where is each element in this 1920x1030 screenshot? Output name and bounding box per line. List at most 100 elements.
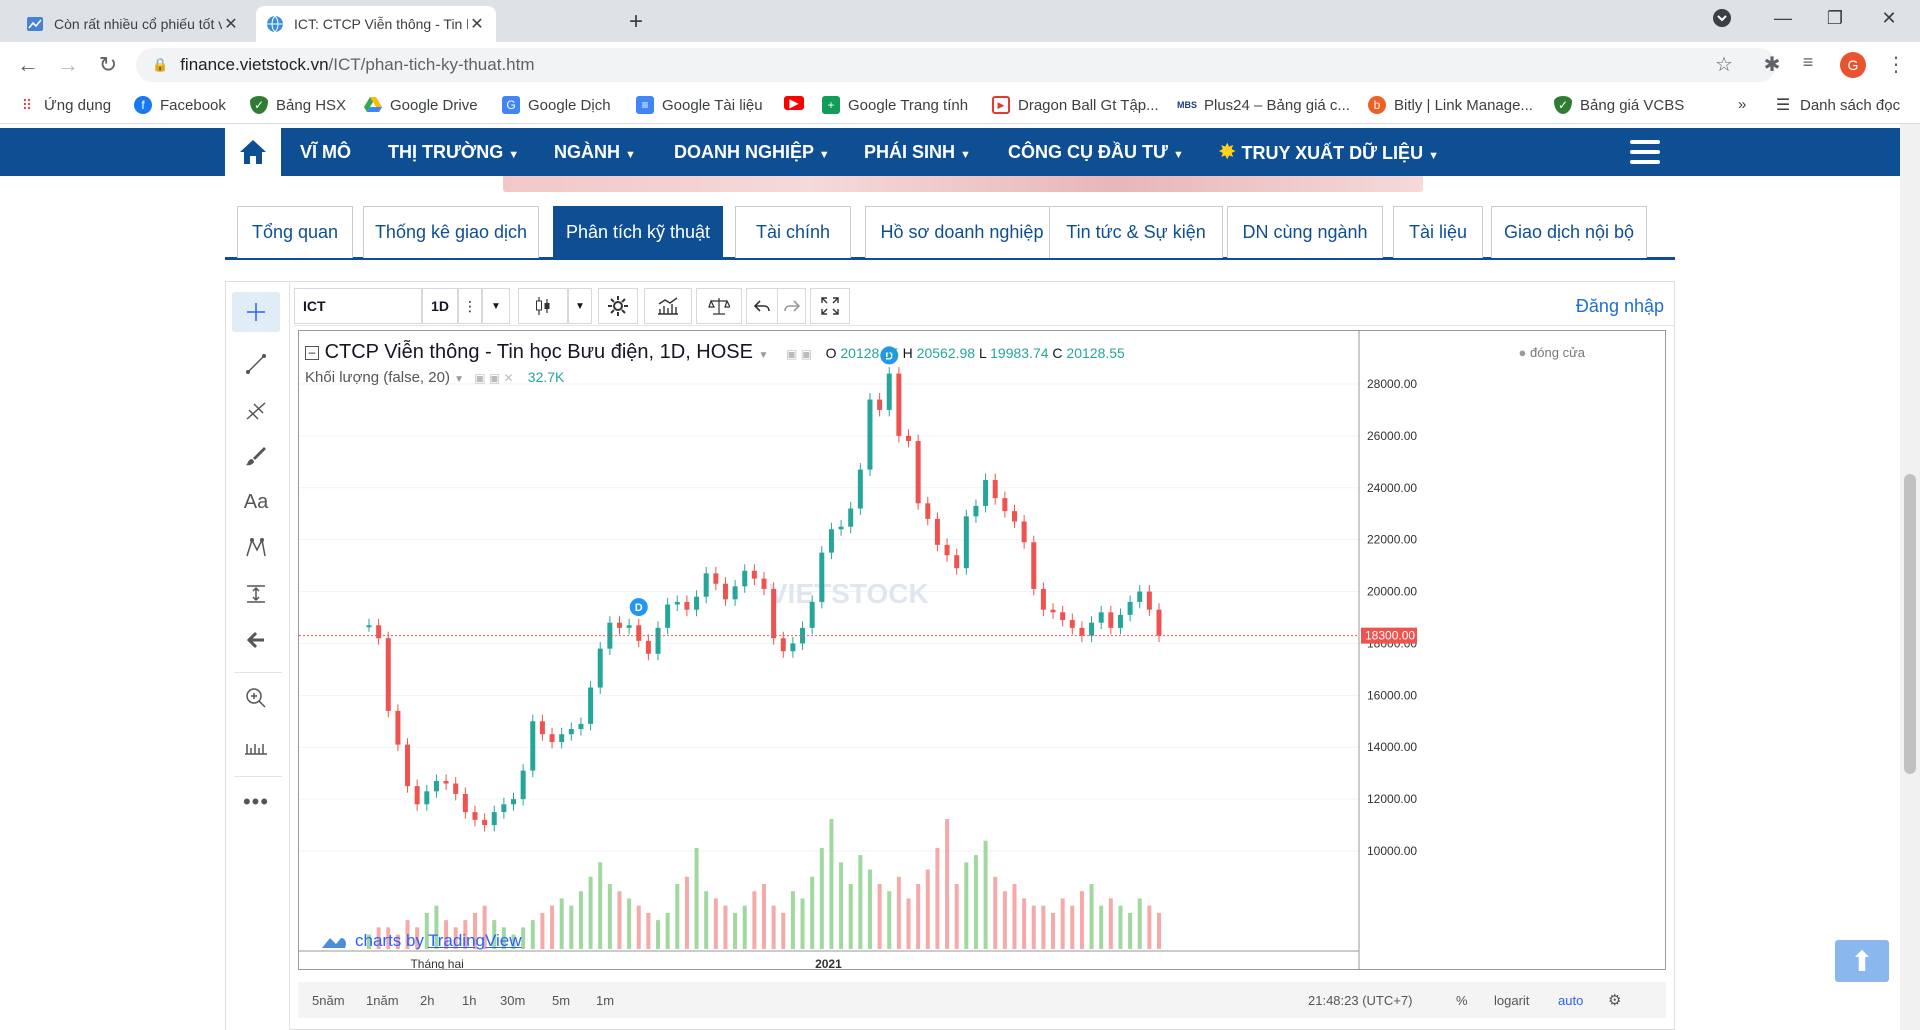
market-closed-status: ● đóng cửa <box>1518 345 1585 360</box>
home-button[interactable] <box>225 128 281 176</box>
tab-tong-quan[interactable]: Tổng quan <box>237 206 353 258</box>
interval-kebab-icon[interactable]: ⋮ <box>458 288 482 324</box>
interval-button[interactable]: 1D <box>422 288 458 324</box>
reload-icon[interactable]: ↻ <box>94 52 122 78</box>
page-scrollbar[interactable] <box>1900 124 1920 1030</box>
bookmark-google-trang-tinh[interactable]: + Google Trang tính <box>822 96 968 114</box>
pitchfork-icon[interactable] <box>232 390 280 430</box>
collapse-legend-icon[interactable]: – <box>305 345 319 360</box>
crosshair-icon[interactable] <box>232 292 280 332</box>
clock-time[interactable]: 21:48:23 (UTC+7) <box>1308 993 1412 1008</box>
range-2h[interactable]: 2h <box>420 993 434 1008</box>
interval-dropdown-icon[interactable]: ▼ <box>482 288 510 324</box>
volume-bar <box>839 862 844 949</box>
maximize-icon[interactable]: ❐ <box>1820 8 1850 29</box>
volume-settings-icon[interactable]: ▣ ▣ ✕ <box>474 371 513 385</box>
more-tools-icon[interactable]: ••• <box>232 782 280 822</box>
pattern-icon[interactable] <box>232 528 280 568</box>
ruler-icon[interactable] <box>232 726 280 766</box>
bookmark-plus24[interactable]: MBS Plus24 – Bảng giá c... <box>1177 96 1350 114</box>
trend-line-icon[interactable] <box>232 344 280 384</box>
bookmark-bang-hsx[interactable]: ✓ Bảng HSX <box>250 96 346 114</box>
tab-ho-so-doanh-nghiep[interactable]: Hồ sơ doanh nghiệp <box>865 206 1059 258</box>
percent-scale-toggle[interactable]: % <box>1456 993 1468 1008</box>
ad-banner[interactable] <box>503 176 1423 192</box>
nav-phai-sinh[interactable]: PHÁI SINH ▼ <box>864 128 971 176</box>
chart-type-dropdown-icon[interactable]: ▼ <box>568 288 592 324</box>
measure-icon[interactable] <box>232 574 280 614</box>
scroll-to-top-button[interactable]: ⬆ <box>1835 940 1889 982</box>
bookmark-facebook[interactable]: f Facebook <box>134 96 226 114</box>
nav-vi-mo[interactable]: VĨ MÔ <box>300 128 351 176</box>
symbol-input[interactable]: ICT <box>294 288 422 324</box>
profile-avatar[interactable]: G <box>1840 52 1866 78</box>
undo-icon[interactable] <box>746 288 778 324</box>
bookmark-youtube[interactable]: ▶ <box>784 96 812 110</box>
forward-icon[interactable]: → <box>54 52 82 78</box>
legend-eye-icon[interactable]: ▣ ▣ <box>786 347 812 361</box>
new-tab-icon[interactable]: + <box>622 8 650 36</box>
range-30m[interactable]: 30m <box>500 993 525 1008</box>
tab-giao-dich-noi-bo[interactable]: Giao dịch nội bộ <box>1491 206 1647 258</box>
tab-tai-chinh[interactable]: Tài chính <box>735 206 851 258</box>
nav-cong-cu-dau-tu[interactable]: CÔNG CỤ ĐẦU TƯ ▼ <box>1008 128 1184 176</box>
auto-scale-toggle[interactable]: auto <box>1558 993 1583 1008</box>
browser-tab-1[interactable]: Còn rất nhiều cổ phiếu tốt với gi ✕ <box>16 6 250 42</box>
reading-list[interactable]: ☰ Danh sách đọc <box>1774 96 1900 115</box>
settings-gear-icon[interactable] <box>598 288 638 324</box>
back-icon[interactable]: ← <box>14 52 42 78</box>
tradingview-credit[interactable]: charts by TradingView <box>319 931 522 951</box>
indicators-icon[interactable] <box>644 288 692 324</box>
volume-dropdown-icon[interactable]: ▼ <box>454 374 464 385</box>
log-scale-toggle[interactable]: logarit <box>1494 993 1529 1008</box>
fullscreen-icon[interactable] <box>810 288 850 324</box>
range-5m[interactable]: 5m <box>552 993 570 1008</box>
tab-tai-lieu[interactable]: Tài liệu <box>1393 206 1483 258</box>
redo-icon[interactable] <box>778 288 806 324</box>
bookmark-bang-gia-vcbs[interactable]: ✓ Bảng giá VCBS <box>1554 96 1684 114</box>
range-1nam[interactable]: 1năm <box>366 993 399 1008</box>
range-1m[interactable]: 1m <box>596 993 614 1008</box>
bookmark-google-dich[interactable]: G Google Dịch <box>502 96 611 114</box>
nav-nganh[interactable]: NGÀNH ▼ <box>554 128 636 176</box>
nav-truy-xuat-du-lieu[interactable]: ✸ TRUY XUẤT DỮ LIỆU ▼ <box>1218 128 1439 176</box>
range-1h[interactable]: 1h <box>462 993 476 1008</box>
bookmark-google-drive[interactable]: Google Drive <box>364 96 478 114</box>
compare-scale-icon[interactable] <box>696 288 742 324</box>
bookmark-dragon-ball[interactable]: ▶ Dragon Ball Gt Tập... <box>992 96 1159 114</box>
nav-doanh-nghiep[interactable]: DOANH NGHIỆP ▼ <box>674 128 830 176</box>
menu-kebab-icon[interactable]: ⋮ <box>1882 52 1910 77</box>
tab-dn-cung-nganh[interactable]: DN cùng ngành <box>1227 206 1383 258</box>
browser-tab-2[interactable]: ICT: CTCP Viễn thông - Tin học Bư ✕ <box>256 6 496 42</box>
series-dropdown-icon[interactable]: ▼ <box>759 350 769 361</box>
text-tool-icon[interactable]: Aa <box>232 482 280 522</box>
bookmark-star-icon[interactable]: ☆ <box>1710 52 1738 77</box>
price-chart[interactable]: 28000.00 26000.00 24000.00 22000.00 20000.00… <box>298 330 1666 970</box>
bookmarks-overflow[interactable]: » <box>1738 96 1746 113</box>
bookmark-google-tai-lieu[interactable]: ≡ Google Tài liệu <box>636 96 763 114</box>
tab-tin-tuc-su-kien[interactable]: Tin tức & Sự kiện <box>1049 206 1223 258</box>
minimize-icon[interactable]: — <box>1768 8 1798 29</box>
address-bar[interactable]: 🔒 finance.vietstock.vn/ICT/phan-tich-ky-… <box>136 48 1776 82</box>
brush-icon[interactable] <box>232 436 280 476</box>
close-tab-icon[interactable]: ✕ <box>222 14 240 34</box>
candle-type-icon[interactable] <box>518 288 568 324</box>
scrollbar-thumb[interactable] <box>1904 474 1916 774</box>
nav-thi-truong[interactable]: THỊ TRƯỜNG ▼ <box>388 128 519 176</box>
tab-thong-ke-giao-dich[interactable]: Thống kê giao dịch <box>363 206 539 258</box>
chart-settings-gear-icon[interactable]: ⚙ <box>1608 991 1621 1009</box>
close-tab-icon[interactable]: ✕ <box>468 14 486 34</box>
tab-phan-tich-ky-thuat[interactable]: Phân tích kỹ thuật <box>553 206 723 258</box>
chart-canvas[interactable]: 28000.00 26000.00 24000.00 22000.00 20000.00… <box>299 331 1666 970</box>
bookmark-bitly[interactable]: b Bitly | Link Manage... <box>1368 96 1533 114</box>
hamburger-menu-icon[interactable] <box>1630 140 1660 164</box>
login-link[interactable]: Đăng nhập <box>1576 296 1664 317</box>
close-window-icon[interactable]: ✕ <box>1874 8 1904 29</box>
arrow-left-icon[interactable] <box>232 620 280 660</box>
extensions-icon[interactable]: ✱ <box>1758 52 1786 77</box>
tab-search-icon[interactable] <box>1707 8 1737 33</box>
media-control-icon[interactable]: ≡ <box>1794 52 1822 73</box>
zoom-in-icon[interactable] <box>232 678 280 718</box>
range-5nam[interactable]: 5năm <box>312 993 345 1008</box>
bookmark-apps[interactable]: ⠿ Ứng dụng <box>18 96 111 114</box>
